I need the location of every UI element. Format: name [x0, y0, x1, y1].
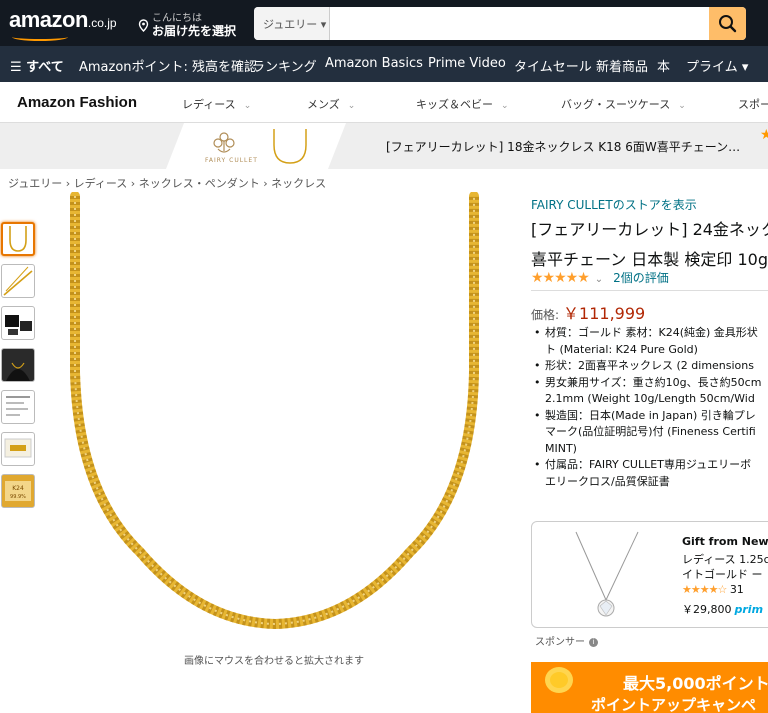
- chevron-down-icon: ⌄: [243, 101, 252, 111]
- logo-suffix: .co.jp: [87, 16, 117, 30]
- chevron-down-icon: ⌄: [347, 101, 356, 111]
- product-title-line2: 喜平チェーン 日本製 検定印 10g: [531, 250, 768, 269]
- rating-count-link[interactable]: 2個の評価: [613, 271, 669, 285]
- feature-bullet: 材質：ゴールド 素材：K24(純金) 金具形状ト (Material: K24 …: [531, 325, 768, 358]
- search-bar: ジュエリー ▾: [254, 7, 746, 40]
- feature-bullet-line: ト (Material: K24 Pure Gold): [545, 342, 698, 356]
- fashion-nav-kids-label: キッズ＆ベビー: [416, 98, 493, 111]
- thumbnail-model-wearing[interactable]: [1, 348, 35, 382]
- nav-amazon-points[interactable]: Amazonポイント: 残高を確認: [79, 56, 257, 75]
- fashion-nav-bags[interactable]: バッグ・スーツケース ⌄: [561, 96, 686, 112]
- search-button[interactable]: [709, 7, 746, 40]
- prime-badge-icon: prim: [734, 603, 764, 616]
- promo-line1: 最大5,000ポイント: [623, 674, 768, 693]
- zoom-hint: 画像にマウスを合わせると拡大されます: [184, 656, 364, 667]
- pendant-necklace-image: [575, 531, 639, 617]
- fashion-nav-mens-label: メンズ: [307, 98, 340, 111]
- svg-text:K24: K24: [12, 485, 24, 492]
- feature-bullet-line: エリークロス/品質保証書: [545, 474, 670, 488]
- fashion-subnav: Amazon Fashion レディース ⌄ メンズ ⌄ キッズ＆ベビー ⌄ バッグ・…: [0, 82, 768, 123]
- rating-row: ★★★★★ ⌄ 2個の評価: [531, 269, 669, 286]
- sponsored-label-text: スポンサー: [535, 637, 585, 648]
- brand-banner[interactable]: FAIRY CULLET [フェアリーカレット] 18金ネックレス K18 6面…: [0, 123, 768, 169]
- fashion-nav-sports[interactable]: スポー: [738, 96, 768, 112]
- search-input[interactable]: [331, 7, 709, 40]
- fashion-nav-bags-label: バッグ・スーツケース: [561, 98, 671, 111]
- top-header: amazon.co.jp こんにちは お届け先を選択 ジュエリー ▾: [0, 0, 768, 46]
- sponsored-price: ￥29,800: [682, 603, 732, 616]
- fashion-nav-ladies-label: レディース: [182, 98, 236, 111]
- price-label: 価格:: [531, 308, 560, 322]
- nav-ranking[interactable]: ランキング: [252, 56, 317, 75]
- logo-smile-icon: [12, 33, 68, 41]
- info-icon[interactable]: i: [589, 637, 598, 647]
- nav-time-sale[interactable]: タイムセール: [514, 56, 592, 75]
- thumbnail-certificate[interactable]: [1, 432, 35, 466]
- feature-bullet-line: MINT): [545, 441, 577, 455]
- thumbnail-k24-purity[interactable]: K24 99.9%: [1, 474, 35, 508]
- sponsored-review-count: 31: [729, 583, 744, 596]
- feature-bullets: 材質：ゴールド 素材：K24(純金) 金具形状ト (Material: K24 …: [531, 325, 768, 490]
- search-category-select[interactable]: ジュエリー ▾: [254, 7, 330, 40]
- sponsored-desc-line: レディース 1.25c: [682, 553, 768, 566]
- divider: [531, 290, 768, 291]
- nav-all-menu[interactable]: ☰ すべて: [10, 56, 64, 75]
- thumbnail-chain-diagonal[interactable]: [1, 264, 35, 298]
- thumbnail-gift-box[interactable]: [1, 306, 35, 340]
- star-rating-icon: ★★★★☆: [682, 583, 727, 596]
- sponsored-desc-line: イトゴールド ー: [682, 568, 763, 581]
- star-icon: ★: [760, 127, 768, 143]
- location-pin-icon: [138, 19, 149, 35]
- feature-bullet: 男女兼用サイズ：重さ約10g、長さ約50cm 2.1mm (Weight 10g/…: [531, 375, 768, 408]
- store-link[interactable]: FAIRY CULLETのストアを表示: [531, 196, 697, 213]
- search-icon: [719, 15, 737, 33]
- sponsored-product-card[interactable]: Gift from New Y レディース 1.25c イトゴールド ー ★★★…: [531, 521, 768, 628]
- sponsored-label[interactable]: スポンサー i: [535, 633, 598, 648]
- price-block: 価格: ￥111,999: [531, 300, 645, 324]
- svg-text:99.9%: 99.9%: [10, 494, 26, 500]
- chevron-down-icon: ⌄: [501, 101, 509, 111]
- chevron-down-icon: ⌄: [678, 101, 686, 111]
- banner-product-title[interactable]: [フェアリーカレット] 18金ネックレス K18 6面W喜平チェーン…: [386, 138, 740, 155]
- nav-prime[interactable]: プライム ▾: [686, 56, 748, 75]
- price-value: ￥111,999: [563, 304, 646, 323]
- main-nav: ☰ すべて Amazonポイント: 残高を確認 ランキング Amazon Bas…: [0, 46, 768, 82]
- points-promo-banner[interactable]: 最大5,000ポイント ポイントアップキャンペ: [531, 662, 768, 713]
- thumbnail-chain-front[interactable]: [1, 222, 35, 256]
- fashion-nav-mens[interactable]: メンズ ⌄: [307, 96, 355, 112]
- feature-bullet-line: 形状：2面喜平ネックレス (2 dimensions: [545, 359, 754, 372]
- logo-text: amazon: [9, 7, 88, 32]
- sponsored-rating[interactable]: ★★★★☆ 31: [682, 583, 744, 596]
- sponsored-price-row: ￥29,800 prim: [682, 601, 763, 617]
- amazon-logo[interactable]: amazon.co.jp: [9, 7, 117, 33]
- thumbnail-size-guide[interactable]: [1, 390, 35, 424]
- nav-books[interactable]: 本: [657, 56, 670, 75]
- feature-bullet-line: 製造国：日本(Made in Japan) 引き輪プレ: [545, 408, 756, 422]
- chevron-down-icon[interactable]: ⌄: [595, 274, 603, 285]
- sponsored-title[interactable]: Gift from New Y: [682, 535, 768, 548]
- feature-bullet-line: 付属品：FAIRY CULLET専用ジュエリーボ: [545, 458, 752, 471]
- amazon-fashion-logo[interactable]: Amazon Fashion: [17, 94, 137, 111]
- feature-bullet-line: 材質：ゴールド 素材：K24(純金) 金具形状: [545, 326, 758, 339]
- main-product-image[interactable]: [60, 191, 490, 642]
- fashion-nav-kids[interactable]: キッズ＆ベビー ⌄: [416, 96, 509, 112]
- feature-bullet: 製造国：日本(Made in Japan) 引き輪プレマーク(品位証明記号)付 …: [531, 408, 768, 458]
- nav-prime-video[interactable]: Prime Video: [428, 56, 506, 71]
- star-rating-icon[interactable]: ★★★★★: [531, 270, 590, 286]
- feature-bullet: 形状：2面喜平ネックレス (2 dimensions: [531, 358, 768, 375]
- fashion-nav-ladies[interactable]: レディース ⌄: [182, 96, 251, 112]
- promo-line2: ポイントアップキャンペ: [591, 696, 757, 713]
- nav-amazon-basics[interactable]: Amazon Basics: [325, 56, 423, 71]
- nav-new-arrivals[interactable]: 新着商品: [596, 56, 648, 75]
- feature-bullet: 付属品：FAIRY CULLET専用ジュエリーボエリークロス/品質保証書: [531, 457, 768, 490]
- feature-bullet-line: 男女兼用サイズ：重さ約10g、長さ約50cm: [545, 375, 762, 389]
- coin-icon: [545, 667, 573, 693]
- feature-bullet-line: 2.1mm (Weight 10g/Length 50cm/Wid: [545, 392, 755, 405]
- breadcrumb[interactable]: ジュエリー › レディース › ネックレス・ペンダント › ネックレス: [8, 175, 326, 191]
- feature-bullet-line: マーク(品位証明記号)付 (Fineness Certifi: [545, 425, 756, 438]
- product-title-line1: [フェアリーカレット] 24金ネック: [531, 220, 768, 239]
- banner-brand-name: FAIRY CULLET: [205, 157, 258, 164]
- deliver-label: お届け先を選択: [152, 24, 237, 38]
